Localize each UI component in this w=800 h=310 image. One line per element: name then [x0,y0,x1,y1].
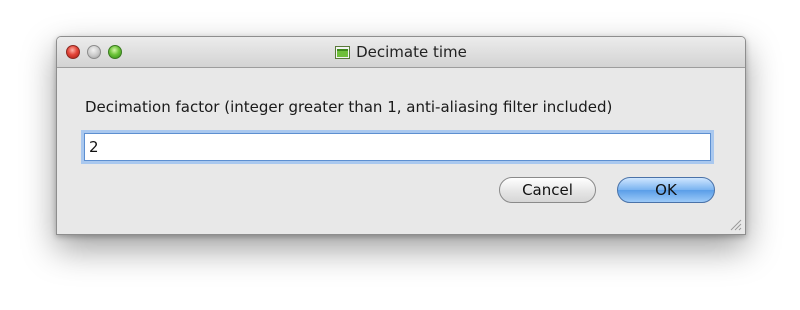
title-bar[interactable]: Decimate time [57,37,745,68]
window-title: Decimate time [356,43,467,61]
resize-grip-icon[interactable] [730,219,742,231]
decimation-factor-input[interactable] [84,133,711,161]
decimation-factor-label: Decimation factor (integer greater than … [85,98,613,116]
window-title-group: Decimate time [57,37,745,67]
window-app-icon [335,45,351,59]
ok-button[interactable]: OK [617,177,715,203]
dialog-window: Decimate time Decimation factor (integer… [56,36,746,235]
cancel-button[interactable]: Cancel [499,177,596,203]
